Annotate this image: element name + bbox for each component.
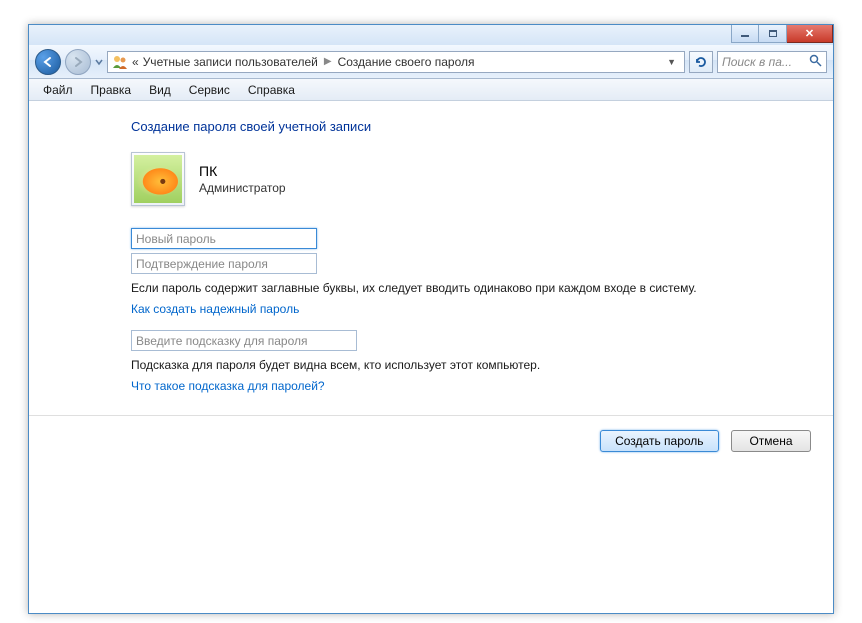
back-button[interactable] bbox=[35, 49, 61, 75]
content-area: Создание пароля своей учетной записи ПК … bbox=[29, 101, 833, 613]
create-password-button[interactable]: Создать пароль bbox=[600, 430, 718, 452]
title-bar bbox=[29, 25, 833, 45]
menu-tools[interactable]: Сервис bbox=[181, 81, 238, 99]
search-icon bbox=[809, 54, 822, 70]
forward-button[interactable] bbox=[65, 49, 91, 75]
hint-note: Подсказка для пароля будет видна всем, к… bbox=[131, 357, 709, 373]
menu-help[interactable]: Справка bbox=[240, 81, 303, 99]
cancel-button[interactable]: Отмена bbox=[731, 430, 811, 452]
button-row: Создать пароль Отмена bbox=[29, 416, 833, 452]
menu-file[interactable]: Файл bbox=[35, 81, 81, 99]
nav-bar: « Учетные записи пользователей ▶ Создани… bbox=[29, 45, 833, 79]
caps-note: Если пароль содержит заглавные буквы, их… bbox=[131, 280, 709, 296]
menu-view[interactable]: Вид bbox=[141, 81, 179, 99]
hint-help-link[interactable]: Что такое подсказка для паролей? bbox=[131, 379, 325, 393]
password-hint-input[interactable] bbox=[131, 330, 357, 351]
menu-edit[interactable]: Правка bbox=[83, 81, 140, 99]
address-dropdown-icon[interactable]: ▼ bbox=[663, 57, 680, 67]
breadcrumb-level-2[interactable]: Создание своего пароля bbox=[338, 55, 475, 69]
account-name: ПК bbox=[199, 163, 286, 179]
history-dropdown-icon[interactable] bbox=[95, 57, 103, 67]
explorer-window: « Учетные записи пользователей ▶ Создани… bbox=[28, 24, 834, 614]
menu-bar: Файл Правка Вид Сервис Справка bbox=[29, 79, 833, 101]
user-accounts-icon bbox=[112, 54, 128, 70]
address-bar[interactable]: « Учетные записи пользователей ▶ Создани… bbox=[107, 51, 685, 73]
breadcrumb-level-1[interactable]: Учетные записи пользователей bbox=[143, 55, 318, 69]
search-input[interactable]: Поиск в па... bbox=[717, 51, 827, 73]
breadcrumb-prefix: « bbox=[132, 55, 139, 69]
confirm-password-input[interactable] bbox=[131, 253, 317, 274]
search-placeholder: Поиск в па... bbox=[722, 55, 792, 69]
close-button[interactable] bbox=[787, 25, 833, 43]
breadcrumb-separator: ▶ bbox=[324, 56, 332, 67]
avatar-image bbox=[134, 155, 182, 203]
account-info: ПК Администратор bbox=[131, 152, 709, 206]
avatar bbox=[131, 152, 185, 206]
minimize-button[interactable] bbox=[731, 25, 759, 43]
maximize-button[interactable] bbox=[759, 25, 787, 43]
page-title: Создание пароля своей учетной записи bbox=[131, 119, 709, 134]
account-role: Администратор bbox=[199, 181, 286, 195]
refresh-button[interactable] bbox=[689, 51, 713, 73]
new-password-input[interactable] bbox=[131, 228, 317, 249]
strong-password-link[interactable]: Как создать надежный пароль bbox=[131, 302, 299, 316]
